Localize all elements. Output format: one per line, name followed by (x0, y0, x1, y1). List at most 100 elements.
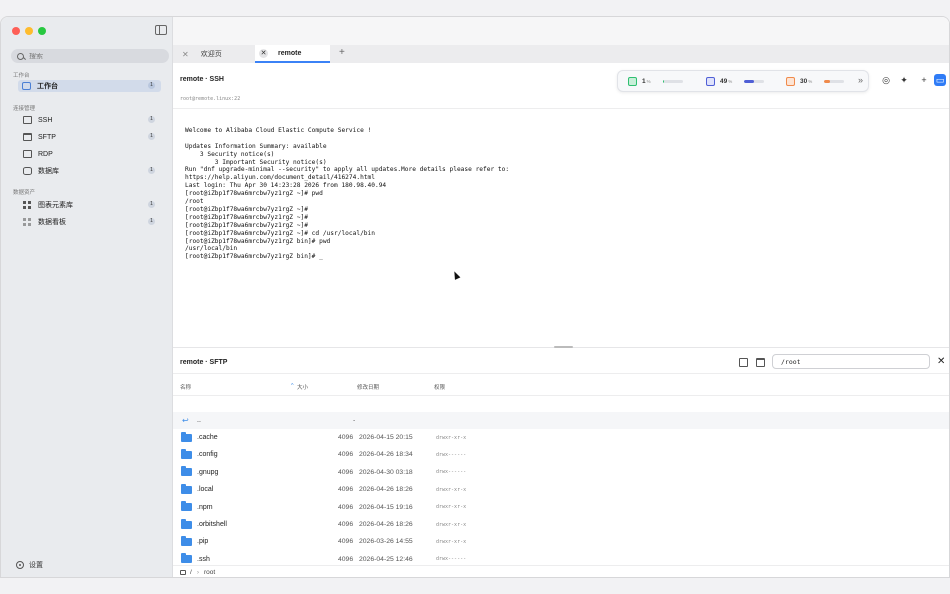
count-badge: 1 (148, 218, 155, 225)
parent-directory-row[interactable]: ↩ .. - (173, 412, 949, 429)
sidebar-item-ssh[interactable]: SSH 1 (19, 114, 161, 126)
folder-icon (181, 466, 192, 477)
file-permission: drwxr-xr-x (436, 434, 467, 441)
table-row[interactable]: .local 4096 2026-04-26 18:26 drwxr-xr-x (173, 481, 949, 498)
file-date: 2026-04-30 03:18 (359, 468, 413, 476)
column-permission[interactable]: 权限 (434, 383, 445, 391)
memory-icon (706, 77, 715, 86)
count-badge: 1 (148, 167, 155, 174)
sftp-header: remote · SFTP ✕ (173, 348, 949, 374)
minimize-window-button[interactable] (25, 27, 33, 35)
new-folder-icon[interactable] (756, 358, 765, 367)
new-file-icon[interactable] (739, 358, 748, 367)
sparkle-icon[interactable]: ✦ (898, 74, 910, 86)
terminal-line: [root@iZbp1f78wa6mrcbw7yz1rgZ ~]# (185, 205, 308, 213)
maximize-window-button[interactable] (38, 27, 46, 35)
sidebar-toggle-icon[interactable] (155, 25, 167, 35)
column-name[interactable]: 名称 (180, 383, 191, 391)
count-badge: 1 (148, 82, 155, 89)
add-tab-icon[interactable]: + (339, 47, 345, 58)
disk-bar (824, 80, 845, 83)
terminal-line: /usr/local/bin (185, 245, 238, 253)
terminal-line: Last login: Thu Apr 30 14:23:28 2026 fro… (185, 182, 387, 190)
close-tab-icon[interactable]: ✕ (182, 50, 189, 59)
dashboard-icon (23, 218, 32, 226)
tab-remote[interactable]: ✕ remote (255, 45, 330, 63)
ssh-host: root@remote.linux:22 (180, 96, 241, 102)
file-name: .local (197, 486, 214, 494)
file-size: 4096 (338, 468, 354, 476)
terminal-output[interactable]: Welcome to Alibaba Cloud Elastic Compute… (173, 109, 949, 347)
file-size: 4096 (338, 486, 354, 494)
resource-monitor[interactable]: 1% 49% 30% » (617, 70, 869, 92)
folder-icon (23, 133, 32, 141)
file-size: 4096 (338, 555, 354, 563)
close-sftp-icon[interactable]: ✕ (937, 356, 945, 367)
folder-icon (181, 553, 192, 564)
palette-icon[interactable]: ◎ (880, 74, 892, 86)
path-input[interactable] (772, 354, 930, 369)
search-input[interactable] (29, 52, 149, 60)
tab-welcome[interactable]: ✕ 欢迎页 (182, 45, 252, 63)
close-tab-icon[interactable]: ✕ (259, 48, 268, 58)
sidebar-item-workspace[interactable]: 工作台 1 (18, 80, 161, 92)
table-row[interactable]: .orbitshell 4096 2026-04-26 18:26 drwxr-xr-… (173, 516, 949, 533)
table-row[interactable]: .npm 4096 2026-04-15 19:16 drwxr-xr-x (173, 499, 949, 516)
folder-panel-icon[interactable]: ▭ (934, 74, 946, 86)
file-name: .pip (197, 538, 209, 546)
cpu-bar (662, 80, 683, 83)
terminal-line: [root@iZbp1f78wa6mrcbw7yz1rgZ bin]# pwd (185, 237, 331, 245)
breadcrumb-current[interactable]: root (204, 569, 215, 576)
settings-button[interactable]: 设置 (16, 560, 43, 570)
chevron-right-icon[interactable]: » (858, 75, 863, 85)
terminal-line: https://help.aliyun.com/document_detail/… (185, 174, 375, 182)
sidebar-item-sftp[interactable]: SFTP 1 (19, 131, 161, 143)
file-size: - (353, 417, 356, 424)
terminal-line: Welcome to Alibaba Cloud Elastic Compute… (185, 126, 372, 134)
search-box[interactable] (11, 49, 169, 63)
sidebar-item-dashboard[interactable]: 数据看板 1 (19, 216, 161, 228)
file-name: .npm (197, 503, 213, 511)
file-date: 2026-03-26 14:55 (359, 538, 413, 546)
window-controls (12, 27, 46, 35)
sidebar-item-chart-library[interactable]: 图表元素库 1 (19, 199, 161, 211)
table-row[interactable]: .pip 4096 2026-03-26 14:55 drwxr-xr-x (173, 533, 949, 550)
file-permission: drwx------ (436, 556, 467, 563)
folder-icon (181, 501, 192, 512)
sidebar-item-label: 数据库 (38, 168, 59, 175)
column-size[interactable]: 大小 (297, 383, 308, 391)
breadcrumb-root[interactable]: / (190, 569, 192, 576)
terminal-icon (23, 116, 32, 124)
sort-asc-icon[interactable]: ^ (291, 383, 294, 389)
folder-icon (181, 535, 192, 546)
file-table-header: 名称 ^ 大小 修改日期 权限 (173, 374, 949, 396)
close-window-button[interactable] (12, 27, 20, 35)
sidebar-item-rdp[interactable]: RDP (19, 148, 161, 160)
file-name: .orbitshell (197, 521, 227, 528)
table-row[interactable]: .cache 4096 2026-04-15 20:15 drwxr-xr-x (173, 429, 949, 446)
file-permission: drwxr-xr-x (436, 538, 467, 545)
breadcrumb: / › root (173, 565, 949, 577)
table-row[interactable]: .config 4096 2026-04-26 18:34 drwx------ (173, 446, 949, 463)
count-badge: 1 (148, 133, 155, 140)
sidebar-item-database[interactable]: 数据库 1 (19, 165, 161, 177)
folder-icon (181, 483, 192, 494)
column-modified[interactable]: 修改日期 (357, 383, 379, 391)
file-name: .config (197, 451, 218, 459)
terminal-line: Run "dnf upgrade-minimal --security" to … (185, 166, 510, 174)
gear-icon (16, 561, 24, 569)
file-date: 2026-04-26 18:26 (359, 486, 413, 494)
section-label-workspace: 工作台 (13, 73, 30, 79)
sidebar-item-label: 数据看板 (38, 219, 66, 226)
table-row[interactable]: .gnupg 4096 2026-04-30 03:18 drwx------ (173, 464, 949, 481)
file-date: 2026-04-15 19:16 (359, 503, 413, 511)
settings-label: 设置 (29, 562, 43, 569)
terminal-line: [root@iZbp1f78wa6mrcbw7yz1rgZ ~]# pwd (185, 190, 323, 198)
sidebar-item-label: SSH (38, 116, 53, 124)
monitor-icon (23, 150, 32, 158)
breadcrumb-separator: › (196, 569, 199, 576)
folder-icon (181, 448, 192, 459)
folder-icon (181, 518, 192, 529)
plus-icon[interactable]: + (918, 74, 930, 86)
